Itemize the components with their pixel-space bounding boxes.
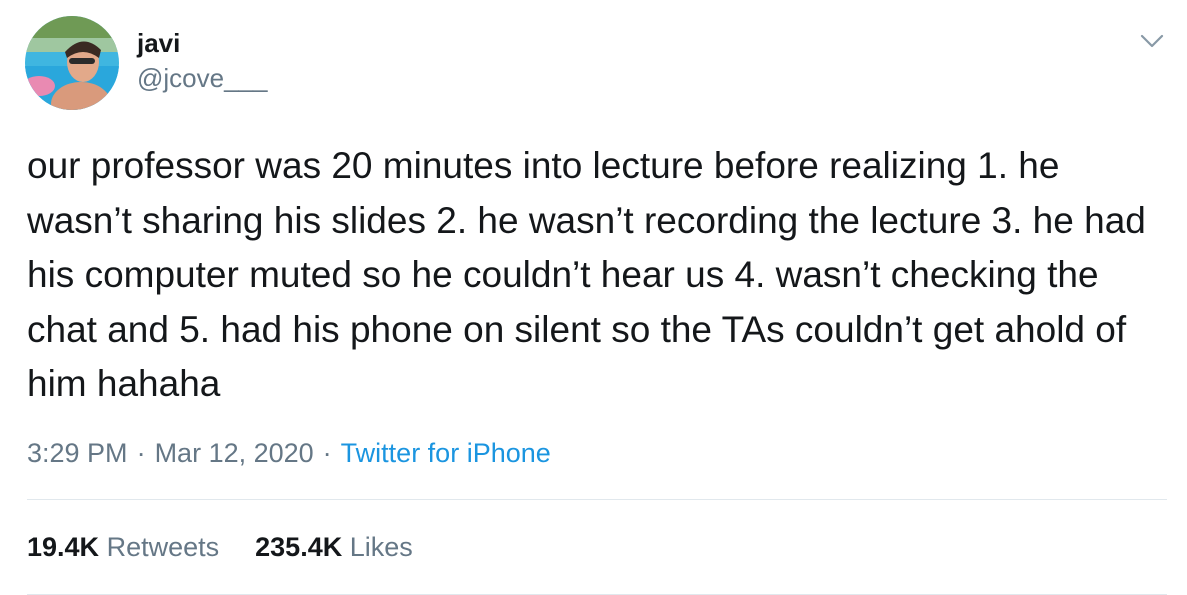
tweet-text: our professor was 20 minutes into lectur… (27, 145, 1157, 404)
meta-separator: · (136, 438, 146, 468)
tweet-meta: 3:29 PM · Mar 12, 2020 · Twitter for iPhone (27, 433, 551, 473)
chevron-down-icon[interactable] (1138, 27, 1166, 55)
avatar-image (25, 16, 119, 110)
tweet-card: javi @jcove___ our professor was 20 minu… (0, 0, 1187, 595)
meta-separator: · (322, 438, 332, 468)
likes-count: 235.4K (255, 532, 343, 562)
tweet-date[interactable]: Mar 12, 2020 (155, 438, 314, 468)
retweets-label: Retweets (106, 532, 220, 562)
tweet-stats: 19.4K Retweets 235.4K Likes (27, 527, 449, 567)
avatar[interactable] (25, 16, 119, 110)
likes-stat[interactable]: 235.4K Likes (255, 527, 413, 567)
retweets-stat[interactable]: 19.4K Retweets (27, 527, 219, 567)
divider (27, 499, 1167, 500)
tweet-source-link[interactable]: Twitter for iPhone (341, 438, 551, 468)
retweets-count: 19.4K (27, 532, 100, 562)
author-handle[interactable]: @jcove___ (137, 63, 267, 93)
tweet-time[interactable]: 3:29 PM (27, 438, 128, 468)
author-display-name[interactable]: javi (137, 28, 180, 58)
likes-label: Likes (349, 532, 413, 562)
